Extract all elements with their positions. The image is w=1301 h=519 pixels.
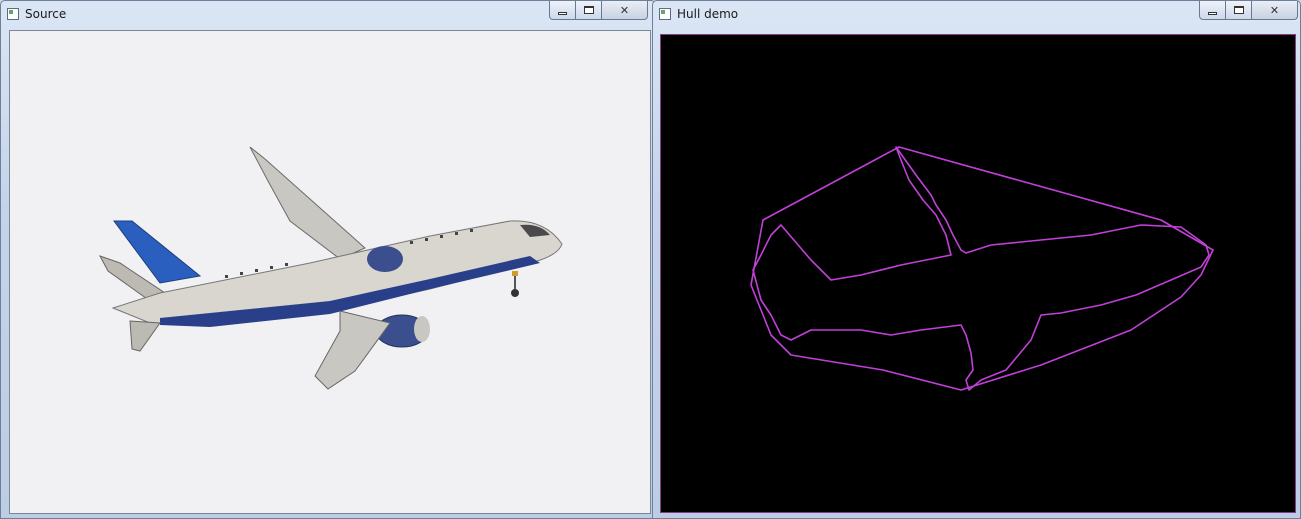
close-button[interactable]: ✕	[1252, 1, 1298, 20]
source-image-canvas	[9, 30, 651, 514]
minimize-icon	[558, 11, 567, 15]
window-app-icon[interactable]	[7, 8, 19, 20]
hull-caption-buttons: ✕	[1199, 1, 1298, 21]
minimize-button[interactable]	[549, 1, 576, 20]
hull-drawing	[750, 146, 1214, 391]
minimize-button[interactable]	[1199, 1, 1226, 20]
source-window-title: Source	[25, 7, 67, 21]
airplane-photo	[10, 31, 650, 513]
close-button[interactable]: ✕	[602, 1, 648, 20]
source-caption-buttons: ✕	[549, 1, 648, 21]
airplane-contour-outline	[752, 146, 1210, 391]
source-window: Source ✕	[0, 0, 656, 519]
close-icon: ✕	[619, 3, 630, 17]
hull-canvas	[660, 34, 1296, 513]
hull-titlebar[interactable]: Hull demo ✕	[653, 1, 1300, 29]
maximize-icon	[1233, 6, 1244, 14]
maximize-button[interactable]	[1226, 1, 1252, 20]
maximize-icon	[583, 6, 594, 14]
close-icon: ✕	[1269, 3, 1280, 17]
source-titlebar[interactable]: Source ✕	[1, 1, 655, 29]
hull-demo-window: Hull demo ✕	[652, 0, 1301, 519]
hull-window-title: Hull demo	[677, 7, 739, 21]
window-app-icon[interactable]	[659, 8, 671, 20]
maximize-button[interactable]	[576, 1, 602, 20]
minimize-icon	[1208, 11, 1217, 15]
